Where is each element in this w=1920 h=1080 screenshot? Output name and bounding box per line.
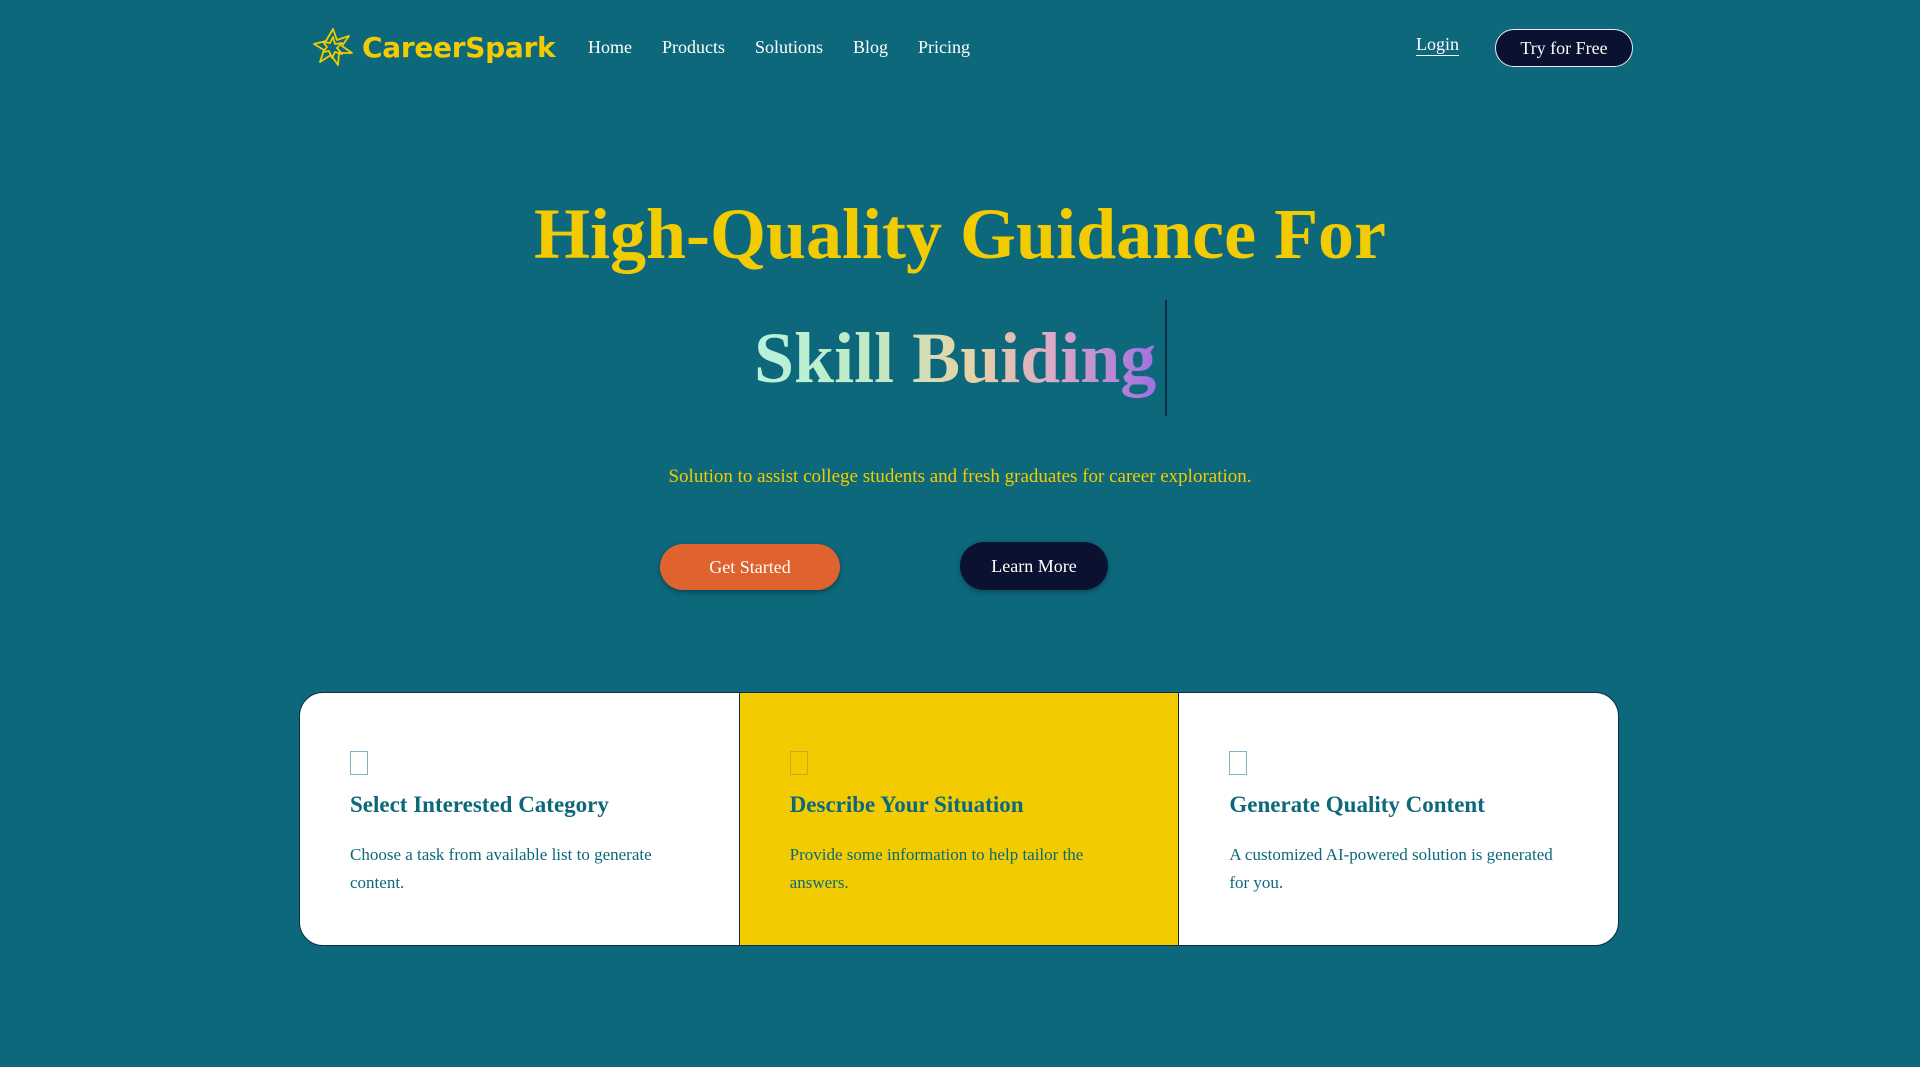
placeholder-icon (1229, 751, 1248, 775)
site-header: CareerSpark Home Products Solutions Blog… (0, 0, 1920, 96)
spark-burst-icon (313, 28, 353, 66)
step-description: Choose a task from available list to gen… (350, 845, 652, 892)
hero-headline: High-Quality Guidance For (533, 194, 1387, 274)
login-link[interactable]: Login (1416, 33, 1459, 55)
learn-more-button[interactable]: Learn More (960, 542, 1108, 590)
hero-typed-phrase: Skill Buiding (754, 318, 1157, 398)
hero-subtitle: Solution to assist college students and … (668, 466, 1252, 487)
step-description: A customized AI-powered solution is gene… (1229, 845, 1553, 892)
step-title: Generate Quality Content (1229, 792, 1485, 817)
steps-panel: Select Interested Category Choose a task… (299, 692, 1619, 946)
typing-caret (1165, 300, 1167, 416)
page-background: CareerSpark Home Products Solutions Blog… (0, 0, 1920, 1067)
nav-item-home[interactable]: Home (588, 36, 632, 58)
nav-item-products[interactable]: Products (662, 36, 725, 58)
placeholder-icon (350, 751, 368, 775)
nav-item-pricing[interactable]: Pricing (918, 36, 970, 58)
step-card-select-category: Select Interested Category Choose a task… (300, 693, 739, 945)
step-card-describe-situation: Describe Your Situation Provide some inf… (738, 693, 1179, 945)
step-description: Provide some information to help tailor … (789, 845, 1084, 892)
step-title: Select Interested Category (350, 792, 609, 817)
brand-logo-link[interactable]: CareerSpark (312, 26, 556, 68)
main-nav: Home Products Solutions Blog Pricing (588, 36, 970, 58)
brand-name: CareerSpark (362, 30, 556, 64)
step-card-generate-content: Generate Quality Content A customized AI… (1178, 693, 1618, 945)
get-started-button[interactable]: Get Started (660, 544, 840, 590)
placeholder-icon (789, 751, 808, 775)
page-bottom-strip (0, 1067, 1920, 1080)
try-for-free-button[interactable]: Try for Free (1495, 29, 1633, 67)
step-title: Describe Your Situation (789, 792, 1024, 817)
nav-item-blog[interactable]: Blog (853, 36, 888, 58)
nav-item-solutions[interactable]: Solutions (755, 36, 823, 58)
